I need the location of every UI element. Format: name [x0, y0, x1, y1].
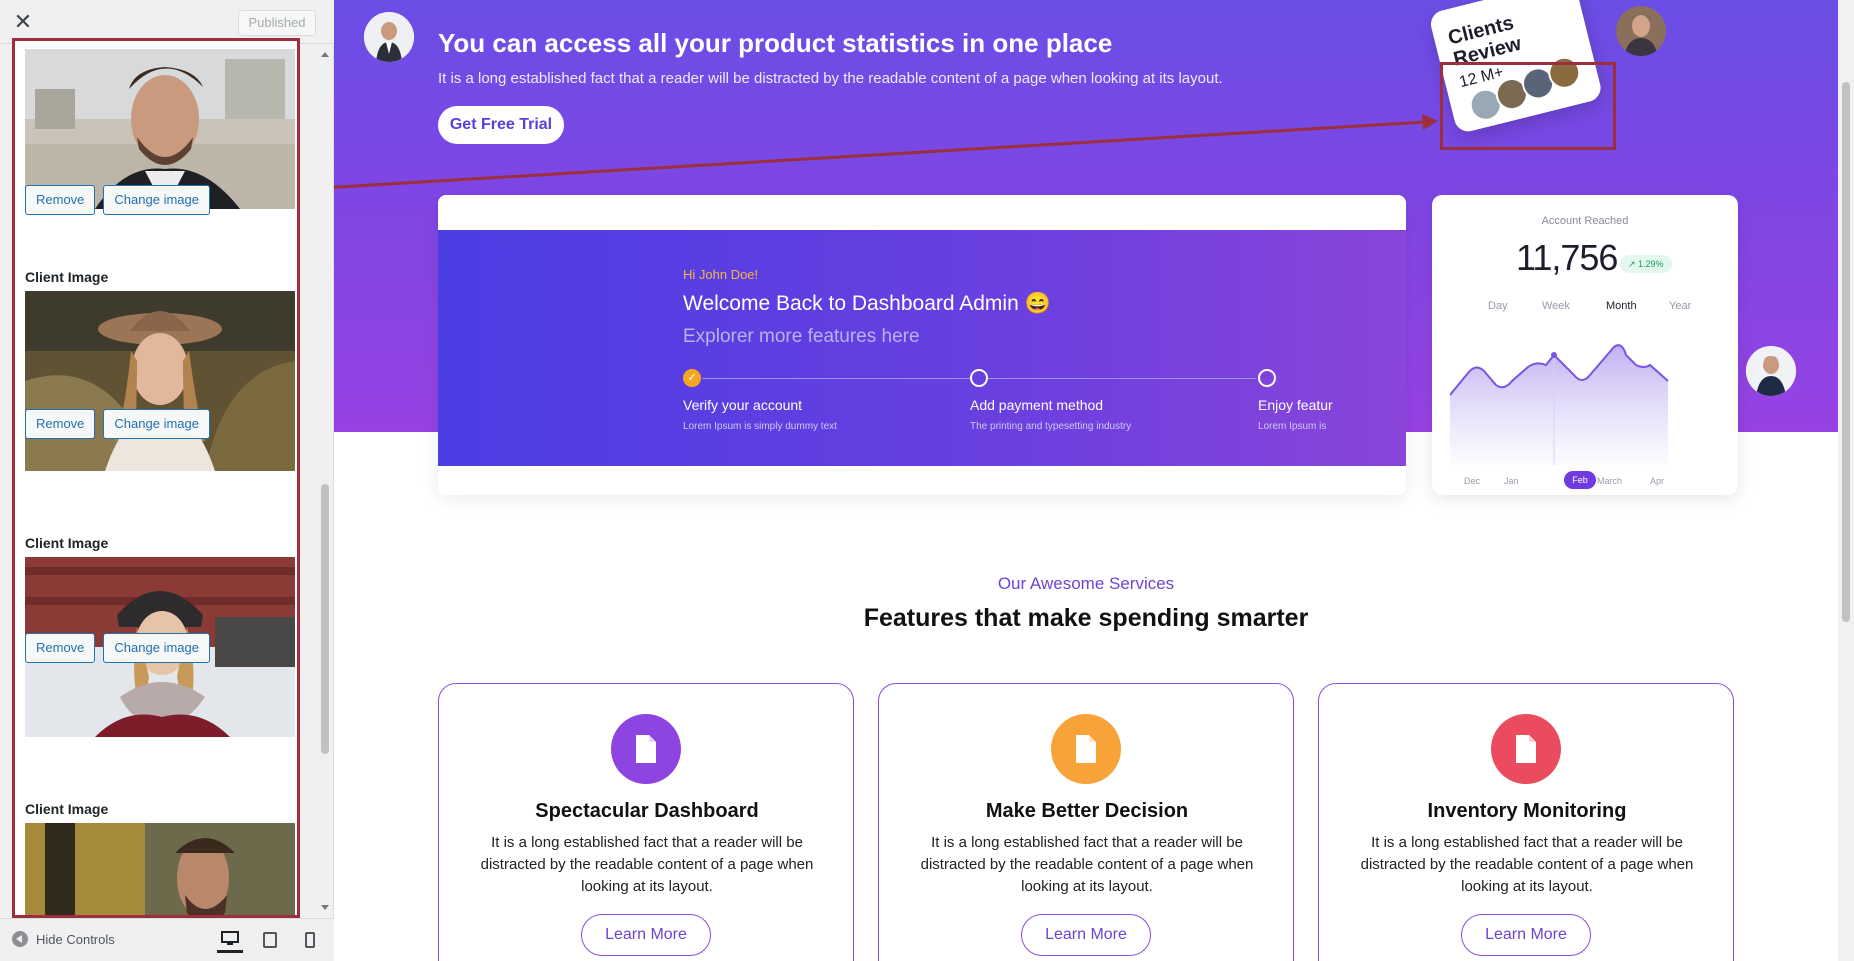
- step-payment: Add payment method The printing and type…: [970, 369, 1131, 432]
- feature-title: Make Better Decision: [985, 800, 1189, 822]
- learn-more-button[interactable]: Learn More: [1021, 914, 1151, 956]
- month-apr: Apr: [1650, 476, 1665, 486]
- mobile-preview-button[interactable]: [297, 927, 323, 953]
- change-image-button[interactable]: Change image: [103, 409, 210, 439]
- remove-button[interactable]: Remove: [25, 633, 96, 663]
- published-button[interactable]: Published: [238, 10, 316, 36]
- remove-button[interactable]: Remove: [25, 409, 96, 439]
- scroll-down-icon[interactable]: [321, 905, 329, 910]
- client-image-label: Client Image: [25, 535, 109, 551]
- customizer-footer: Hide Controls: [0, 918, 334, 961]
- step-desc: Lorem Ipsum is: [1258, 421, 1327, 432]
- client-image-label: Client Image: [25, 801, 109, 817]
- dashboard-explore: Explorer more features here: [683, 326, 920, 347]
- sidebar-scrollbar[interactable]: [318, 48, 332, 914]
- site-preview: You can access all your product statisti…: [334, 0, 1838, 961]
- client-image-actions: Remove Change image: [25, 633, 218, 663]
- client-image-item: Client Image: [25, 267, 295, 471]
- month-dec: Dec: [1464, 476, 1481, 486]
- document-icon: [1491, 714, 1561, 784]
- highlight-box: [1440, 62, 1616, 150]
- hero-subtitle: It is a long established fact that a rea…: [438, 70, 1223, 87]
- circle-icon: [970, 369, 988, 387]
- get-free-trial-button[interactable]: Get Free Trial: [438, 106, 564, 144]
- step-title: Add payment method: [970, 397, 1104, 413]
- dashboard-welcome: Welcome Back to Dashboard Admin 😄: [683, 292, 1051, 315]
- change-image-button[interactable]: Change image: [103, 185, 210, 215]
- feature-desc: It is a long established fact that a rea…: [920, 834, 1254, 895]
- avatar: [1746, 346, 1796, 396]
- feature-title: Spectacular Dashboard: [535, 800, 759, 822]
- step-title: Verify your account: [683, 397, 803, 413]
- client-images-panel: Remove Change image Client Image Remove …: [12, 38, 300, 918]
- feature-card: Inventory Monitoring It is a long establ…: [1318, 683, 1734, 961]
- learn-more-button[interactable]: Learn More: [581, 914, 711, 956]
- check-icon: ✓: [683, 369, 701, 387]
- month-feb-active[interactable]: Feb: [1564, 471, 1596, 489]
- account-reached-chart: [1450, 344, 1669, 465]
- stat-value: 11,756: [1516, 237, 1618, 278]
- step-desc: The printing and typesetting industry: [970, 421, 1132, 432]
- learn-more-button[interactable]: Learn More: [1461, 914, 1591, 956]
- avatar: [364, 12, 414, 62]
- tab-year[interactable]: Year: [1669, 300, 1691, 312]
- hide-controls-button[interactable]: Hide Controls: [12, 931, 115, 947]
- month-march: March: [1597, 476, 1623, 486]
- step-title: Enjoy featur: [1258, 397, 1333, 413]
- dashboard-greeting: Hi John Doe!: [683, 267, 759, 282]
- mobile-icon: [305, 932, 315, 948]
- dashboard-banner: Hi John Doe! Welcome Back to Dashboard A…: [438, 230, 1406, 466]
- tab-week[interactable]: Week: [1542, 300, 1570, 312]
- sidebar-scroll-thumb[interactable]: [321, 484, 329, 754]
- client-image-actions: Remove Change image: [25, 409, 218, 439]
- document-icon: [1051, 714, 1121, 784]
- desktop-icon: [221, 930, 239, 945]
- feature-desc: It is a long established fact that a rea…: [1360, 834, 1694, 895]
- step-enjoy: Enjoy featur Lorem Ipsum is: [1258, 369, 1333, 432]
- step-connector: [702, 378, 970, 379]
- client-image-preview: [25, 823, 295, 915]
- desktop-preview-button[interactable]: [217, 927, 243, 953]
- account-reached-card: Account Reached 11,756 ↗ 1.29% Day Week …: [1432, 195, 1738, 495]
- month-jan: Jan: [1504, 476, 1519, 486]
- document-icon: [611, 714, 681, 784]
- stat-change-badge: ↗ 1.29%: [1620, 255, 1672, 273]
- collapse-icon: [12, 931, 28, 947]
- stat-label: Account Reached: [1541, 215, 1629, 227]
- avatar: [1616, 6, 1666, 56]
- feature-title: Inventory Monitoring: [1427, 800, 1627, 822]
- feature-card: Make Better Decision It is a long establ…: [878, 683, 1294, 961]
- customizer-sidebar: ✕ Published Remove Change image Client I…: [0, 0, 334, 961]
- client-image-label: Client Image: [25, 269, 109, 285]
- circle-icon: [1258, 369, 1276, 387]
- client-image-item: Client Image: [25, 799, 295, 915]
- tablet-icon: [263, 932, 277, 948]
- tab-month[interactable]: Month: [1606, 300, 1637, 312]
- change-image-button[interactable]: Change image: [103, 633, 210, 663]
- step-desc: Lorem Ipsum is simply dummy text: [683, 421, 837, 432]
- feature-card: Spectacular Dashboard It is a long estab…: [438, 683, 854, 961]
- page-scrollbar[interactable]: [1838, 0, 1854, 961]
- services-kicker: Our Awesome Services: [997, 574, 1175, 593]
- services-title: Features that make spending smarter: [863, 604, 1309, 632]
- scroll-up-icon[interactable]: [321, 52, 329, 57]
- close-icon[interactable]: ✕: [10, 10, 36, 36]
- hero-title: You can access all your product statisti…: [438, 28, 1113, 58]
- page-scroll-thumb[interactable]: [1842, 82, 1850, 622]
- tab-day[interactable]: Day: [1488, 300, 1508, 312]
- tablet-preview-button[interactable]: [257, 927, 283, 953]
- client-image-actions: Remove Change image: [25, 185, 218, 215]
- feature-desc: It is a long established fact that a rea…: [480, 834, 814, 895]
- step-connector: [988, 378, 1256, 379]
- dashboard-welcome-card: Hi John Doe! Welcome Back to Dashboard A…: [438, 195, 1406, 495]
- remove-button[interactable]: Remove: [25, 185, 96, 215]
- step-verify: ✓ Verify your account Lorem Ipsum is sim…: [683, 369, 837, 432]
- client-image-preview: [25, 291, 295, 471]
- hide-controls-label: Hide Controls: [36, 931, 115, 947]
